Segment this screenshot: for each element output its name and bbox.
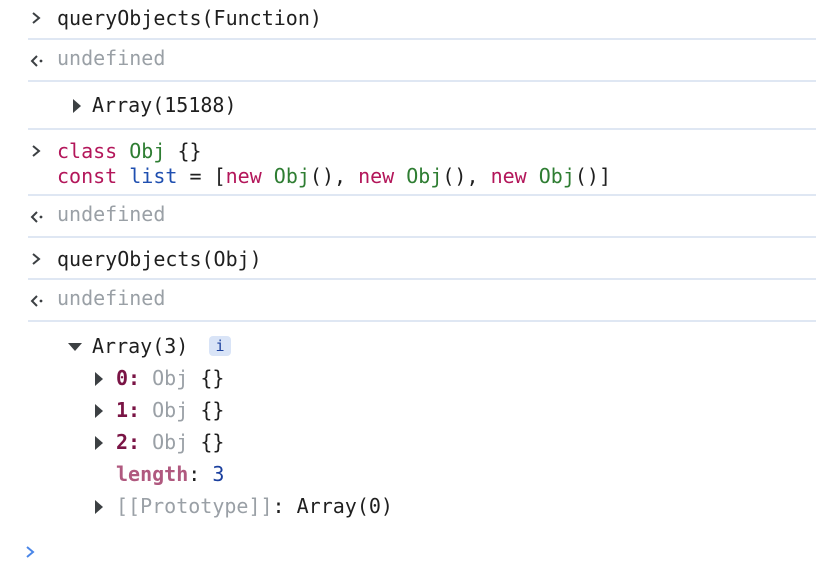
triangle-down-icon[interactable] [68,343,82,351]
separator [28,38,816,40]
call-parens: (), [442,164,479,188]
logged-array[interactable]: Array(3) [92,333,188,359]
array-item[interactable]: 0: Obj {} [116,365,224,391]
bracket-open: [ [213,164,226,188]
variable-name: list [129,164,178,188]
active-prompt-icon[interactable] [22,544,38,560]
item-value: {} [200,430,225,454]
chevron-right-icon [32,145,41,157]
operator: = [189,164,202,188]
triangle-right-icon[interactable] [73,99,81,113]
array-item[interactable]: 1: Obj {} [116,397,224,423]
result-arrow-icon [30,211,43,223]
console-input[interactable]: queryObjects(Obj) [57,246,262,272]
item-value: {} [200,366,225,390]
length-colon: : [188,462,201,486]
triangle-right-icon[interactable] [95,436,103,450]
length-key: length [116,462,189,486]
logged-array[interactable]: Array(15188) [92,92,237,118]
prototype-key: [[Prototype]] [116,494,273,518]
console-result: undefined [57,202,166,226]
prototype-colon: : [272,494,285,518]
console-input-line-2[interactable]: const list = [new Obj(), new Obj(), new … [57,163,611,189]
length-value: 3 [212,462,225,486]
separator [28,236,816,238]
array-item[interactable]: 2: Obj {} [116,429,224,455]
separator [28,194,816,196]
separator [28,278,816,280]
triangle-right-icon[interactable] [95,372,103,386]
class-name: Obj [129,139,166,163]
array-length: length: 3 [116,461,224,487]
class-name: Obj [406,164,443,188]
prototype-value: Array(0) [296,494,393,518]
separator [28,128,816,130]
separator [28,80,816,82]
class-name: Obj [273,164,310,188]
item-key: 1 [116,398,129,422]
item-type: Obj [152,430,189,454]
item-colon: : [128,430,141,454]
call-parens: (), [309,164,347,188]
console-input[interactable]: queryObjects(Function) [57,5,322,31]
item-key: 0 [116,366,129,390]
keyword-new: new [225,164,262,188]
item-type: Obj [152,366,189,390]
keyword-new: new [358,164,395,188]
keyword-const: const [57,164,118,188]
item-colon: : [128,366,141,390]
result-arrow-icon [30,55,43,67]
console-input-line-1[interactable]: class Obj {} [57,138,202,164]
item-type: Obj [152,398,189,422]
braces: {} [177,139,202,163]
info-icon[interactable]: i [209,336,231,356]
item-value: {} [200,398,225,422]
keyword-class: class [57,139,118,163]
keyword-new: new [490,164,527,188]
call-parens-close: ()] [574,164,611,188]
separator [28,320,816,322]
triangle-right-icon[interactable] [95,404,103,418]
triangle-right-icon[interactable] [95,500,103,514]
array-prototype[interactable]: [[Prototype]]: Array(0) [116,493,393,519]
item-key: 2 [116,430,129,454]
console-result: undefined [57,46,166,70]
result-arrow-icon [30,295,43,307]
class-name: Obj [538,164,575,188]
chevron-right-icon [32,253,41,265]
chevron-right-icon [32,12,41,24]
item-colon: : [128,398,141,422]
console-result: undefined [57,286,166,310]
